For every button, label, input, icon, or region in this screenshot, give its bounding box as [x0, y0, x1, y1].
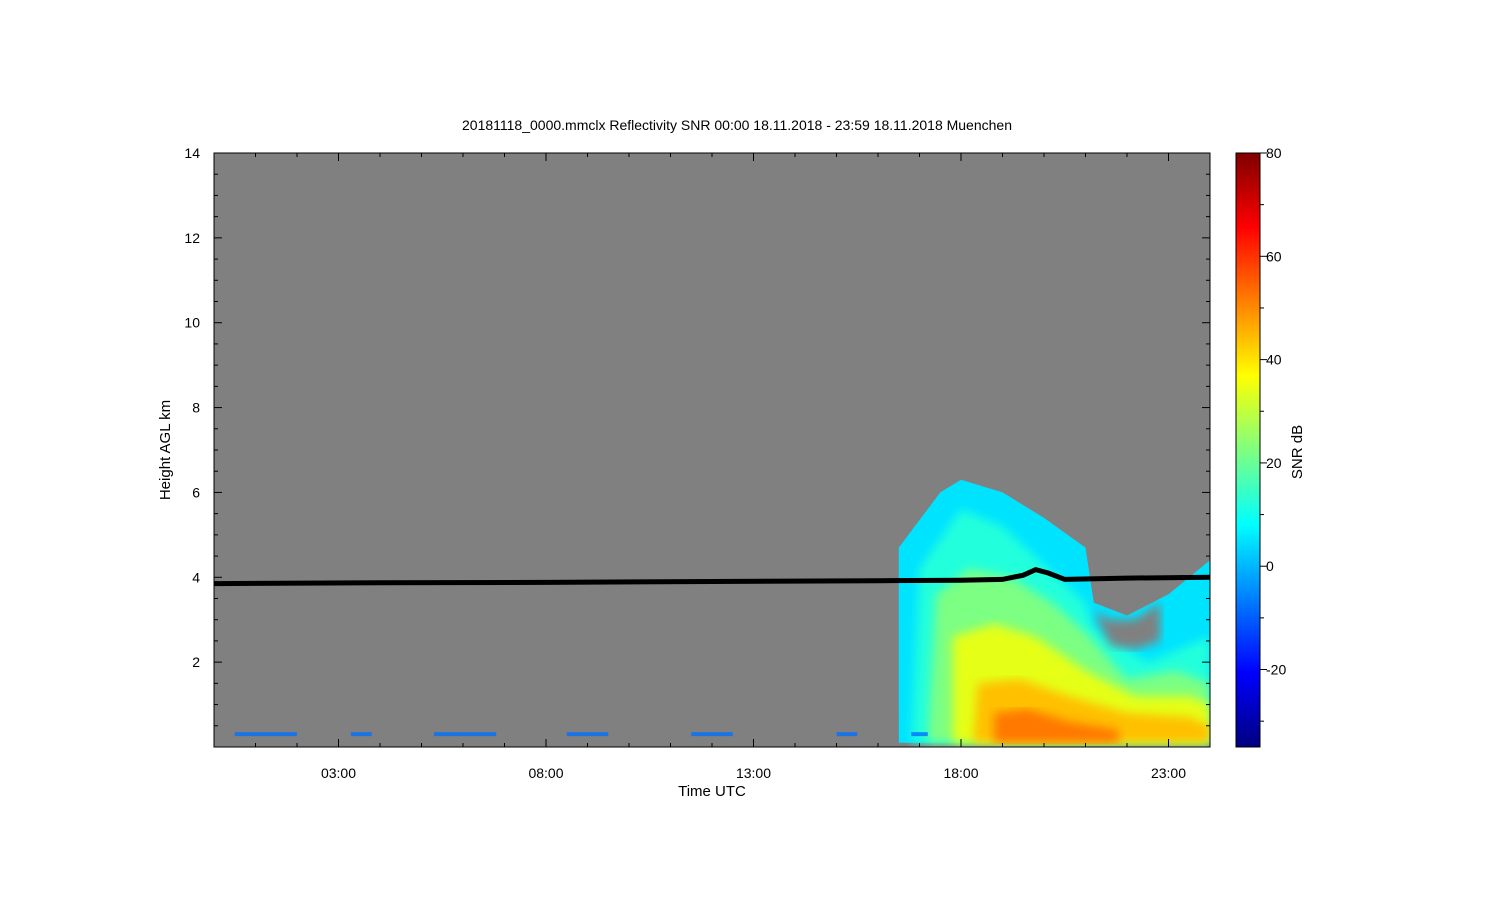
- x-tick-label: 13:00: [736, 765, 771, 781]
- clutter-strip-4: [691, 732, 733, 737]
- colorbar-axis: -20 0 20 40 60 80: [1260, 145, 1286, 722]
- x-tick-label: 23:00: [1151, 765, 1186, 781]
- x-tick-label: 08:00: [528, 765, 563, 781]
- colorbar-tick-label: 60: [1266, 248, 1282, 264]
- y-tick-label: 10: [184, 315, 200, 331]
- y-tick-label: 2: [192, 654, 200, 670]
- colorbar: [1235, 152, 1261, 748]
- y-axis-label: Height AGL km: [157, 400, 174, 500]
- clutter-strip-5: [836, 732, 858, 737]
- colorbar-tick-label: 20: [1266, 455, 1282, 471]
- colorbar-tick-label: 80: [1266, 145, 1282, 161]
- y-tick-label: 14: [184, 145, 200, 161]
- x-axis-label: Time UTC: [678, 783, 746, 800]
- colorbar-tick-label: 40: [1266, 352, 1282, 368]
- y-tick-label: 8: [192, 400, 200, 416]
- y-tick-label: 12: [184, 230, 200, 246]
- reflectivity-chart: 20181118_0000.mmclx Reflectivity SNR 00:…: [157, 117, 1306, 800]
- colorbar-label: SNR dB: [1289, 425, 1306, 479]
- y-tick-label: 4: [192, 569, 200, 585]
- x-tick-label: 03:00: [321, 765, 356, 781]
- colorbar-tick-label: 0: [1266, 558, 1274, 574]
- colorbar-tick-label: -20: [1266, 662, 1286, 678]
- clutter-strip-0: [234, 732, 297, 737]
- clutter-strip-2: [433, 732, 497, 737]
- clutter-strip-6: [911, 732, 928, 737]
- clutter-strip-1: [350, 732, 372, 737]
- x-tick-label: 18:00: [943, 765, 978, 781]
- clutter-strip-3: [566, 732, 609, 737]
- chart-title: 20181118_0000.mmclx Reflectivity SNR 00:…: [462, 117, 1012, 133]
- y-tick-label: 6: [192, 484, 200, 500]
